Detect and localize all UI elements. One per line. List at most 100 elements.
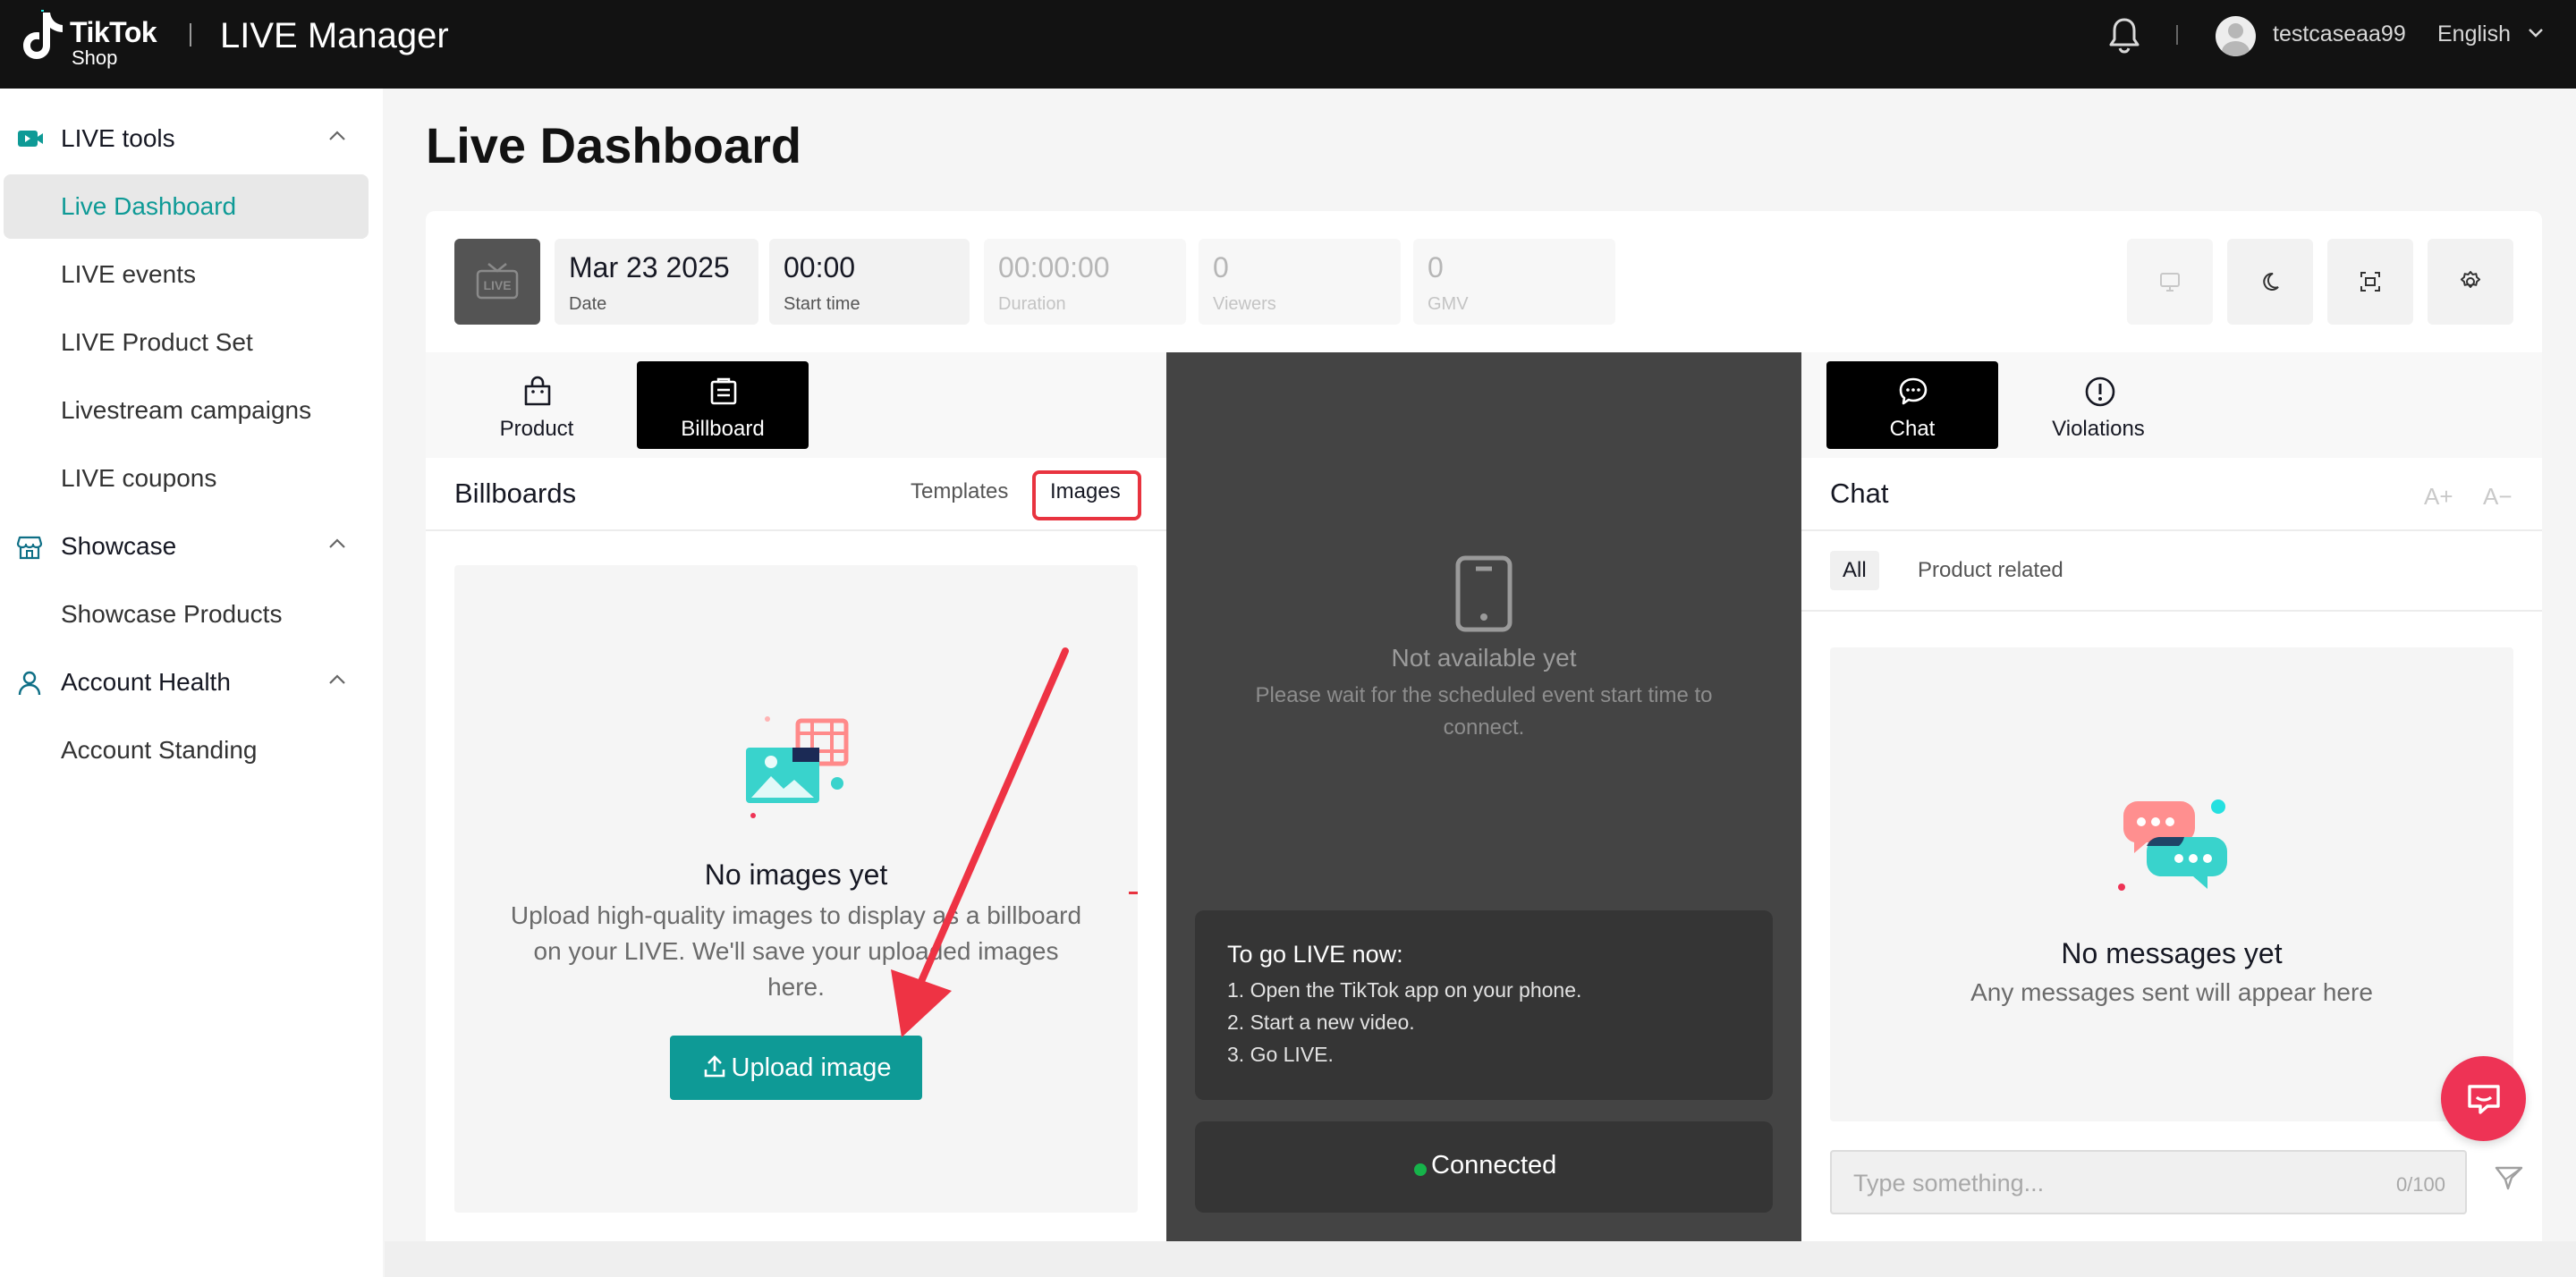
sidebar-item-live-events[interactable]: LIVE events: [4, 242, 369, 307]
chat-bubbles-icon: [2118, 799, 2227, 891]
section-title: Billboards: [454, 478, 577, 509]
stat-value: 0: [1213, 251, 1229, 283]
stat-start-time: 00:00 Start time: [769, 239, 970, 325]
tiktok-note-icon: [23, 10, 63, 59]
chat-message-input[interactable]: Type something... 0/100: [1830, 1150, 2467, 1214]
phone-icon: [1455, 555, 1513, 632]
desktop-view-button[interactable]: [2127, 239, 2213, 325]
character-counter: 0/100: [2395, 1173, 2445, 1196]
logo-wordmark: TikTok: [70, 16, 157, 48]
page-bottom-strip: [385, 1241, 2576, 1277]
chevron-up-icon[interactable]: [327, 537, 347, 550]
stat-gmv: 0 GMV: [1413, 239, 1615, 325]
sidebar-item-account-standing[interactable]: Account Standing: [4, 718, 369, 782]
avatar[interactable]: [2216, 16, 2256, 56]
sidebar-group-account-health[interactable]: Account Health: [0, 655, 383, 709]
billboard-icon: [710, 377, 737, 405]
stat-label: Start time: [784, 294, 860, 314]
chevron-down-icon[interactable]: [2527, 27, 2545, 39]
sidebar-item-label: Account Standing: [61, 736, 258, 764]
settings-button[interactable]: [2428, 239, 2513, 325]
tab-label: Product: [499, 417, 574, 441]
stat-value: 0: [1428, 251, 1444, 283]
sidebar-group-label: LIVE tools: [61, 124, 175, 152]
app-title: LIVE Manager: [220, 16, 449, 55]
chat-input-placeholder: Type something...: [1853, 1170, 2045, 1197]
tab-chat[interactable]: Chat: [1826, 361, 1998, 449]
go-live-instructions: To go LIVE now: 1. Open the TikTok app o…: [1195, 910, 1773, 1100]
sidebar-item-live-coupons[interactable]: LIVE coupons: [4, 446, 369, 511]
filter-product-related[interactable]: Product related: [1905, 551, 2076, 590]
sidebar-group-live-tools[interactable]: LIVE tools: [0, 112, 383, 165]
svg-text:LIVE: LIVE: [483, 278, 511, 292]
sidebar-item-label: LIVE events: [61, 260, 196, 288]
gear-icon: [2460, 271, 2481, 288]
language-selector[interactable]: English: [2437, 21, 2511, 47]
moon-icon: [2263, 272, 2279, 291]
tiktok-shop-logo[interactable]: TikTok Shop: [16, 9, 168, 69]
dark-mode-button[interactable]: [2227, 239, 2313, 325]
logo-subtitle: Shop: [72, 47, 118, 69]
sidebar-item-live-dashboard[interactable]: Live Dashboard: [4, 174, 369, 239]
not-available-title: Not available yet: [1391, 644, 1577, 672]
header-divider-right: [2176, 25, 2178, 45]
stat-label: Duration: [998, 294, 1066, 314]
fullscreen-icon: [2360, 272, 2380, 292]
feedback-button[interactable]: [2441, 1056, 2526, 1141]
page-title: Live Dashboard: [426, 117, 802, 173]
live-preview-panel: Not available yet Please wait for the sc…: [1166, 352, 1801, 1241]
tab-label: Chat: [1889, 417, 1936, 441]
sidebar-item-label: Livestream campaigns: [61, 396, 312, 424]
sidebar-item-label: Showcase Products: [61, 600, 283, 628]
not-available-description: Please wait for the scheduled event star…: [1255, 683, 1713, 740]
sidebar-item-label: LIVE Product Set: [61, 328, 253, 356]
chat-header: Chat A+ A−: [1801, 458, 2542, 531]
images-empty-state: No images yet Upload high-quality images…: [454, 565, 1138, 1213]
stat-value: Mar 23 2025: [569, 251, 730, 283]
tab-product[interactable]: Product: [451, 361, 623, 449]
status-dot: [1414, 1163, 1427, 1176]
stat-date: Mar 23 2025 Date: [555, 239, 758, 325]
highlight-box: [1032, 470, 1141, 520]
font-decrease-button[interactable]: A−: [2483, 483, 2512, 511]
username[interactable]: testcaseaa99: [2273, 21, 2406, 47]
stat-viewers: 0 Viewers: [1199, 239, 1401, 325]
red-mark: [1129, 892, 1138, 894]
send-icon[interactable]: [2494, 1164, 2524, 1191]
chat-empty-state: No messages yet Any messages sent will a…: [1830, 647, 2513, 1121]
stat-label: Date: [569, 294, 607, 314]
go-live-step: 3. Go LIVE.: [1227, 1043, 1334, 1066]
alert-circle-icon: [2085, 376, 2115, 407]
chat-panel: Chat Violations Chat A+ A− All Product r…: [1801, 352, 2542, 1241]
billboards-header: Billboards Templates Images: [426, 458, 1166, 531]
live-stats-bar: LIVE Mar 23 2025 Date 00:00 Start time 0…: [426, 211, 2542, 352]
chevron-up-icon[interactable]: [327, 130, 347, 142]
section-title: Chat: [1830, 478, 1889, 509]
sidebar-group-label: Showcase: [61, 532, 177, 560]
sidebar-item-live-product-set[interactable]: LIVE Product Set: [4, 310, 369, 375]
tab-billboard[interactable]: Billboard: [637, 361, 809, 449]
sidebar: LIVE tools Live Dashboard LIVE events LI…: [0, 89, 383, 1277]
fullscreen-button[interactable]: [2327, 239, 2413, 325]
subtab-templates[interactable]: Templates: [911, 479, 1008, 504]
sidebar-group-showcase[interactable]: Showcase: [0, 520, 383, 573]
live-thumbnail: LIVE: [454, 239, 540, 325]
stat-value: 00:00: [784, 251, 856, 283]
sidebar-item-showcase-products[interactable]: Showcase Products: [4, 582, 369, 647]
sidebar-item-livestream-campaigns[interactable]: Livestream campaigns: [4, 378, 369, 443]
font-increase-button[interactable]: A+: [2424, 483, 2453, 511]
monitor-icon: [2160, 273, 2180, 292]
go-live-step: 2. Start a new video.: [1227, 1011, 1415, 1034]
connection-status-label: Connected: [1431, 1151, 1557, 1180]
empty-title: No messages yet: [2061, 937, 2283, 969]
sidebar-item-label: LIVE coupons: [61, 464, 217, 492]
connection-status: Connected: [1195, 1121, 1773, 1213]
stat-label: Viewers: [1213, 294, 1276, 314]
tab-violations[interactable]: Violations: [2012, 361, 2184, 449]
video-camera-icon: [18, 131, 43, 147]
chevron-up-icon[interactable]: [327, 673, 347, 686]
top-bar: TikTok Shop LIVE Manager testcaseaa99 En…: [0, 0, 2576, 89]
filter-all[interactable]: All: [1830, 551, 1879, 590]
notification-bell-icon[interactable]: [2108, 16, 2140, 54]
tab-label: Violations: [2052, 417, 2145, 441]
